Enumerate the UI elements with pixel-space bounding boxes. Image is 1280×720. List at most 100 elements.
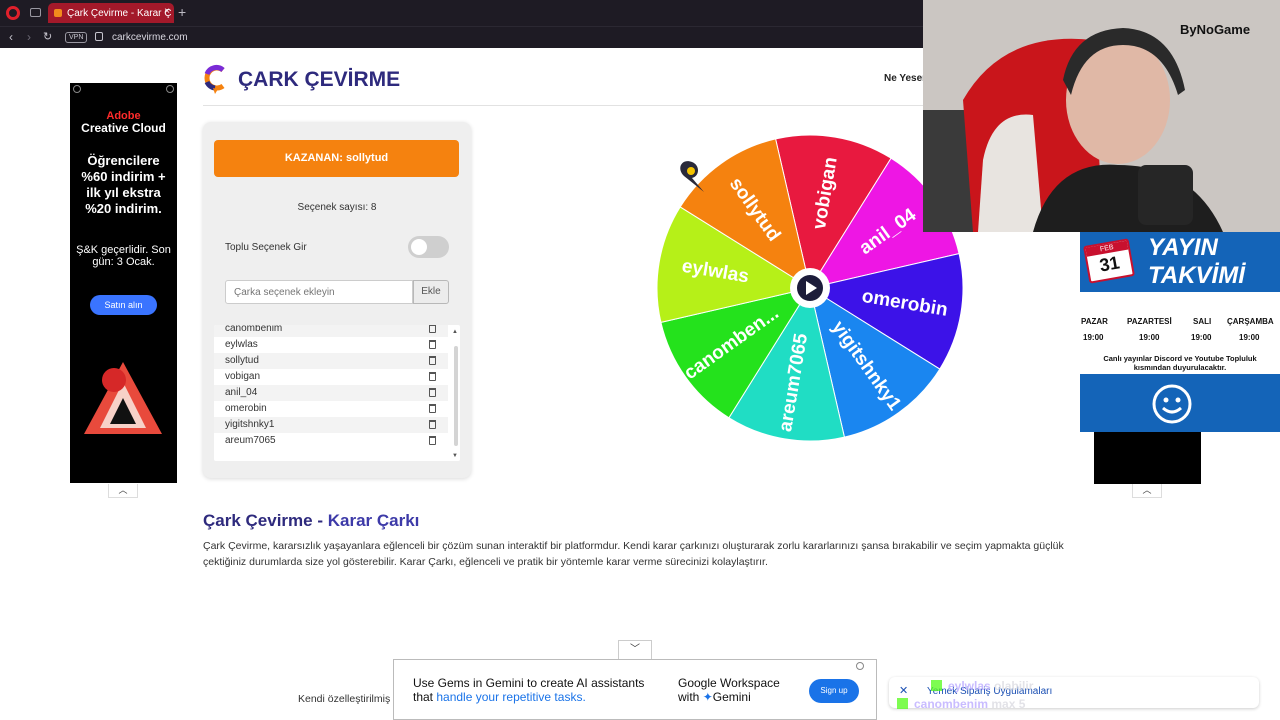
trash-icon[interactable] <box>429 404 436 413</box>
reload-button[interactable]: ↻ <box>43 30 52 43</box>
forward-button[interactable]: › <box>27 30 31 44</box>
toast-close-icon[interactable]: ✕ <box>899 684 908 697</box>
list-item: eylwlas <box>214 337 448 353</box>
trash-icon[interactable] <box>429 420 436 429</box>
ad-bottom-brand2-a: with <box>678 690 703 704</box>
trash-icon[interactable] <box>429 356 436 365</box>
ad-right-collapse-button[interactable]: ︿ <box>1132 484 1162 498</box>
tab-close-icon[interactable]: × <box>164 6 170 17</box>
schedule-time: 19:00 <box>1083 333 1104 342</box>
ad-bottom-brand2: with ✦Gemini <box>678 690 751 704</box>
option-label: yigitshnky1 <box>225 419 275 430</box>
tab-title: Çark Çevirme - Karar Çarkı <box>67 7 171 19</box>
list-item: canombenim <box>214 325 448 337</box>
bottom-ad-collapse-button[interactable]: ﹀ <box>618 640 652 659</box>
option-label: vobigan <box>225 371 261 382</box>
option-label: eylwlas <box>225 339 258 350</box>
ad-bottom-brand1: Google Workspace <box>678 676 780 690</box>
schedule-note: Canlı yayınlar Discord ve Youtube Toplul… <box>1103 354 1257 372</box>
ad-bottom-line2-a: that <box>413 690 437 704</box>
scroll-down-icon[interactable]: ▼ <box>452 453 458 459</box>
schedule-day: ÇARŞAMBA <box>1227 317 1274 326</box>
ad-left-collapse-button[interactable]: ︿ <box>108 484 138 498</box>
add-option-button[interactable]: Ekle <box>413 280 449 304</box>
smiley-icon <box>1152 384 1192 424</box>
scroll-up-icon[interactable]: ▲ <box>452 329 458 335</box>
trash-icon[interactable] <box>429 436 436 445</box>
article-tail-text: Kendi özelleştirilmiş <box>298 693 391 705</box>
kick-badge-icon <box>897 698 908 709</box>
heading-part-2: Karar Çarkı <box>327 511 420 530</box>
schedule-footer <box>1080 374 1280 432</box>
browser-tab-active[interactable]: Çark Çevirme - Karar Çarkı × <box>48 3 174 23</box>
chat-user: canombenim <box>914 697 989 711</box>
new-tab-button[interactable]: + <box>178 4 186 20</box>
schedule-time: 19:00 <box>1191 333 1212 342</box>
tab-favicon-icon <box>54 9 62 17</box>
opera-logo-icon[interactable] <box>6 6 20 20</box>
option-label: areum7065 <box>225 435 276 446</box>
toggle-knob <box>411 239 427 255</box>
ad-bottom-line1: Use Gems in Gemini to create AI assistan… <box>413 676 645 690</box>
trash-icon[interactable] <box>429 372 436 381</box>
chat-user: eylwlas <box>948 679 991 693</box>
ad-buy-button[interactable]: Satın alın <box>90 295 157 315</box>
heading-part-1: Çark Çevirme - <box>203 511 328 530</box>
chat-text: max 5 <box>991 697 1026 711</box>
list-item: areum7065 <box>214 433 448 449</box>
ad-choices-icon[interactable] <box>856 662 864 670</box>
schedule-time: 19:00 <box>1139 333 1160 342</box>
url-field[interactable]: carkcevirme.com <box>112 32 188 43</box>
list-item: yigitshnky1 <box>214 417 448 433</box>
schedule-time: 19:00 <box>1239 333 1260 342</box>
option-label: sollytud <box>225 355 259 366</box>
ad-brand-line2: Creative Cloud <box>81 121 166 135</box>
add-option-input[interactable] <box>225 280 413 304</box>
scroll-thumb[interactable] <box>454 346 458 446</box>
back-button[interactable]: ‹ <box>9 30 13 44</box>
ad-close-icon[interactable] <box>166 85 174 93</box>
ad-left-banner[interactable]: Adobe Creative Cloud Öğrencilere %60 ind… <box>70 83 177 483</box>
schedule-title: YAYIN TAKVİMİ <box>1148 234 1245 290</box>
list-item: anil_04 <box>214 385 448 401</box>
ad-choices-icon[interactable] <box>73 85 81 93</box>
options-list[interactable]: canombenim eylwlas sollytud vobigan anil… <box>214 325 460 461</box>
site-logo-icon[interactable] <box>203 64 227 94</box>
tab-manager-icon[interactable] <box>30 8 41 17</box>
list-item: omerobin <box>214 401 448 417</box>
list-scrollbar[interactable]: ▲ ▼ <box>452 329 458 459</box>
bulk-input-toggle[interactable] <box>408 236 449 258</box>
adobe-artwork-image <box>84 362 162 434</box>
site-title[interactable]: ÇARK ÇEVİRME <box>238 68 400 92</box>
winner-banner[interactable]: KAZANAN: sollytud <box>214 140 459 177</box>
trash-icon[interactable] <box>429 325 436 333</box>
chat-message: canombenim max 5 <box>897 697 1025 711</box>
option-label: anil_04 <box>225 387 258 398</box>
schedule-day: PAZAR <box>1081 317 1108 326</box>
vpn-badge[interactable]: VPN <box>65 32 88 43</box>
ad-headline: Öğrencilere %60 indirim + ilk yıl ekstra… <box>81 153 166 216</box>
schedule-day: PAZARTESİ <box>1127 317 1172 326</box>
spin-wheel[interactable]: vobigananil_04omerobinyigitshnky1areum70… <box>656 134 964 442</box>
trash-icon[interactable] <box>429 340 436 349</box>
list-item: sollytud <box>214 353 448 369</box>
trash-icon[interactable] <box>429 388 436 397</box>
wheel-pointer-dot <box>687 167 695 175</box>
ad-terms: Ş&K geçerlidir. Son gün: 3 Ocak. <box>76 244 171 268</box>
secondary-cam <box>1094 432 1201 484</box>
gemini-star-icon: ✦ <box>702 690 713 704</box>
schedule-header: FEB 31 YAYIN TAKVİMİ <box>1080 232 1280 292</box>
option-label: canombenim <box>225 325 283 334</box>
schedule-title-line2: TAKVİMİ <box>1148 262 1245 289</box>
webcam-feed: ByNoGame <box>923 0 1280 232</box>
ad-signup-button[interactable]: Sign up <box>809 679 859 703</box>
article-paragraph: Çark Çevirme, kararsızlık yaşayanlara eğ… <box>203 540 1064 568</box>
ad-bottom-banner[interactable]: Use Gems in Gemini to create AI assistan… <box>393 659 877 720</box>
ad-bottom-line2: that handle your repetitive tasks. <box>413 690 586 704</box>
chat-text: olabilir <box>994 679 1034 693</box>
lock-icon[interactable] <box>95 32 103 41</box>
bulk-input-label: Toplu Seçenek Gir <box>225 242 307 253</box>
channel-name: ByNoGame <box>1180 22 1251 37</box>
options-panel: KAZANAN: sollytud Seçenek sayısı: 8 Topl… <box>203 122 471 478</box>
header-divider <box>203 105 933 106</box>
